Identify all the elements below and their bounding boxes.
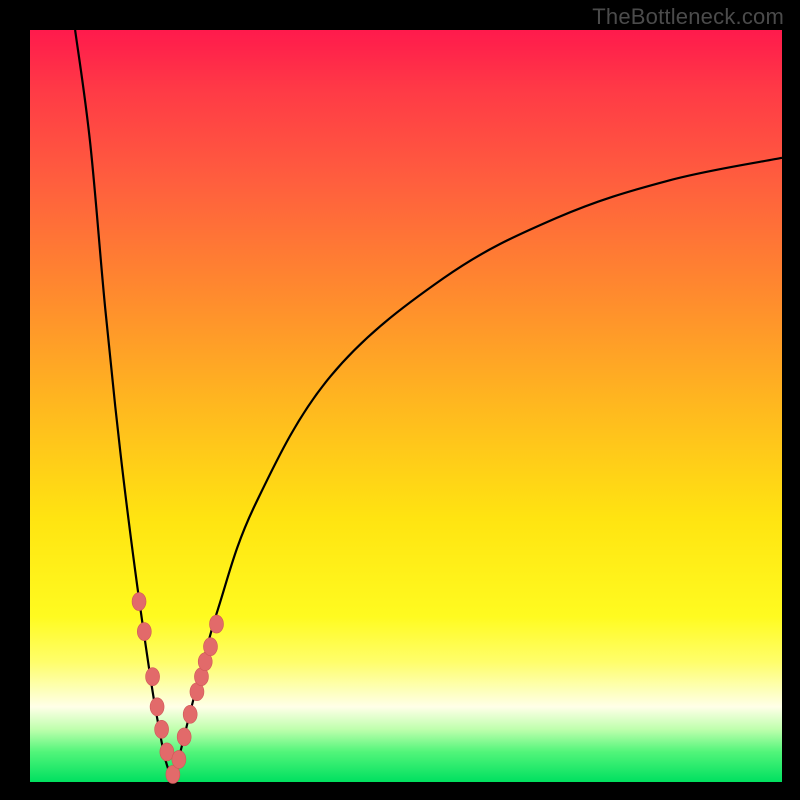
data-marker: [203, 638, 217, 656]
data-marker: [209, 615, 223, 633]
data-marker: [183, 705, 197, 723]
chart-frame: TheBottleneck.com: [0, 0, 800, 800]
data-marker: [155, 720, 169, 738]
watermark-text: TheBottleneck.com: [592, 4, 784, 30]
data-marker: [132, 593, 146, 611]
data-marker: [146, 668, 160, 686]
data-marker: [177, 728, 191, 746]
curve-left-branch: [75, 30, 173, 782]
marker-cluster: [132, 593, 223, 784]
data-marker: [137, 623, 151, 641]
curve-right-branch: [173, 158, 782, 782]
data-marker: [150, 698, 164, 716]
data-marker: [172, 750, 186, 768]
chart-svg: [30, 30, 782, 782]
plot-area: [30, 30, 782, 782]
